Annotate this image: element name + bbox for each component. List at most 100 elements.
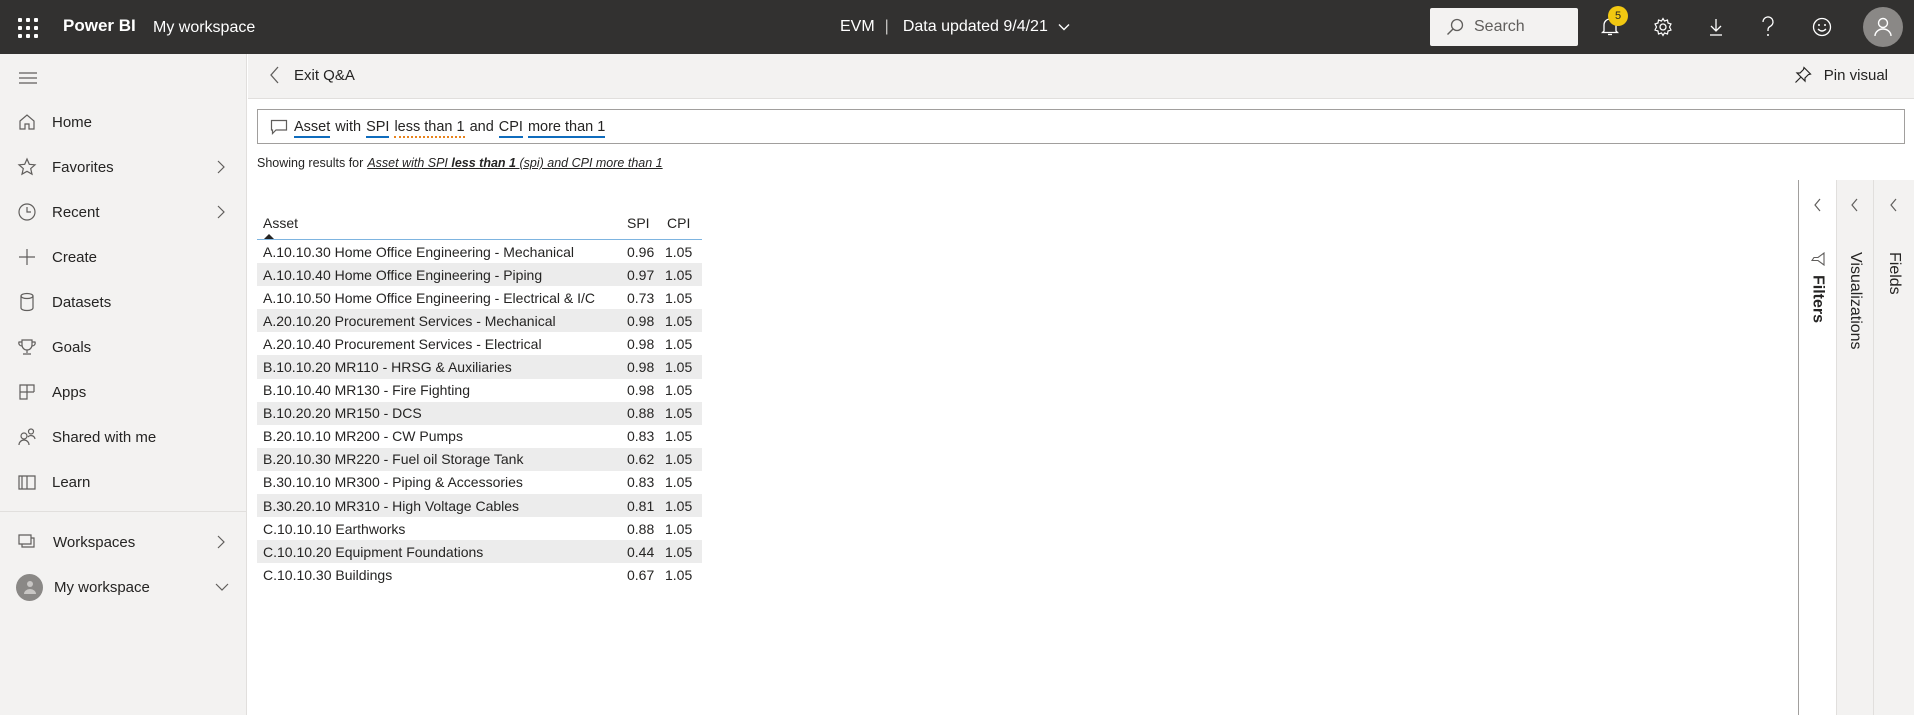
column-header-asset[interactable]: Asset [263, 215, 298, 231]
pin-visual-label: Pin visual [1823, 66, 1888, 84]
filters-pane-label[interactable]: Filters [1809, 275, 1827, 323]
nav-item-shared-with-me[interactable]: Shared with me [0, 417, 246, 457]
exit-qa-button[interactable]: Exit Q&A [270, 66, 355, 84]
table-row[interactable]: C.10.10.10 Earthworks 0.88 1.05 [257, 517, 702, 540]
nav-item-apps[interactable]: Apps [0, 372, 246, 412]
exit-qa-label: Exit Q&A [294, 66, 355, 84]
table-row[interactable]: A.10.10.40 Home Office Engineering - Pip… [257, 263, 702, 287]
table-row[interactable]: B.10.10.20 MR110 - HRSG & Auxiliaries 0.9… [257, 355, 702, 379]
cell-cpi: 1.05 [665, 382, 693, 399]
cell-spi: 0.98 [627, 359, 655, 376]
account-avatar-icon[interactable] [1863, 7, 1903, 47]
table-row[interactable]: A.20.10.20 Procurement Services - Mechan… [257, 309, 702, 333]
cell-asset: C.10.10.10 Earthworks [263, 520, 406, 537]
search-placeholder: Search [1474, 18, 1525, 35]
visualizations-pane-label[interactable]: Visualizations [1846, 252, 1864, 350]
table-row[interactable]: B.20.10.30 MR220 - Fuel oil Storage Tank… [257, 447, 702, 471]
nav-item-workspaces[interactable]: Workspaces [0, 522, 246, 562]
cell-asset: A.10.10.40 Home Office Engineering - Pip… [263, 266, 543, 283]
nav-label: Workspaces [53, 533, 136, 551]
nav-divider [0, 511, 247, 512]
nav-item-create[interactable]: Create [0, 237, 246, 277]
report-name: EVM [840, 18, 875, 35]
table-row[interactable]: A.20.10.40 Procurement Services - Electr… [257, 332, 702, 355]
nav-item-home[interactable]: Home [0, 102, 246, 142]
app-name[interactable]: Power BI [63, 16, 136, 36]
pin-visual-button[interactable]: Pin visual [1794, 66, 1888, 84]
settings-icon[interactable] [1649, 13, 1677, 41]
table-row[interactable]: C.10.10.20 Equipment Foundations 0.44 1.05 [257, 540, 702, 564]
table-body: A.10.10.30 Home Office Engineering - Mec… [257, 240, 702, 586]
qa-canvas: Exit Q&A Pin visual Asset with SPI less tha… [248, 54, 1914, 715]
workspace-avatar-icon [16, 573, 43, 601]
chevron-down-icon[interactable] [215, 582, 229, 592]
cell-asset: B.20.10.30 MR220 - Fuel oil Storage Tank [263, 451, 524, 468]
chevron-right-icon [217, 535, 225, 549]
table-header: Asset SPI CPI [257, 204, 702, 240]
download-icon[interactable] [1702, 13, 1730, 41]
nav-item-learn[interactable]: Learn [0, 462, 246, 502]
cell-spi: 0.81 [627, 497, 655, 514]
nav-label: Shared with me [52, 428, 157, 446]
search-icon [1447, 18, 1464, 35]
chevron-left-icon[interactable] [1813, 198, 1823, 212]
feedback-smiley-icon[interactable] [1808, 13, 1836, 41]
cell-spi: 0.96 [627, 243, 655, 260]
chevron-left-icon[interactable] [1850, 198, 1860, 212]
cell-spi: 0.44 [627, 543, 655, 560]
app-launcher-icon[interactable] [16, 16, 38, 38]
top-bar: Power BI My workspace EVM | Data updated… [0, 0, 1914, 54]
fields-pane[interactable]: Fields [1873, 180, 1914, 715]
table-row[interactable]: A.10.10.50 Home Office Engineering - Ele… [257, 286, 702, 309]
qa-question-input[interactable]: Asset with SPI less than 1 and CPI more than 1 [257, 109, 1905, 144]
cell-asset: B.30.10.10 MR300 - Piping & Accessories [263, 474, 523, 491]
help-icon[interactable] [1754, 13, 1782, 41]
table-row[interactable]: A.10.10.30 Home Office Engineering - Mec… [257, 240, 702, 263]
cell-cpi: 1.05 [665, 566, 693, 583]
table-row[interactable]: B.30.10.10 MR300 - Piping & Accessories 0… [257, 471, 702, 494]
cell-spi: 0.88 [627, 405, 655, 422]
cell-spi: 0.73 [627, 289, 655, 306]
cell-asset: B.10.10.40 MR130 - Fire Fighting [263, 382, 470, 399]
nav-item-recent[interactable]: Recent [0, 192, 246, 232]
cell-asset: B.30.20.10 MR310 - High Voltage Cables [263, 497, 520, 514]
report-title-menu[interactable]: EVM | Data updated 9/4/21 [840, 18, 1070, 36]
nav-label: Apps [52, 383, 87, 401]
nav-item-my-workspace[interactable]: My workspace [0, 567, 246, 607]
data-updated-label: Data updated 9/4/21 [902, 18, 1048, 35]
fields-pane-label[interactable]: Fields [1885, 252, 1903, 295]
chevron-left-icon[interactable] [1889, 198, 1899, 212]
nav-item-datasets[interactable]: Datasets [0, 282, 246, 322]
table-row[interactable]: C.10.10.30 Buildings 0.67 1.05 [257, 563, 702, 586]
restatement-link[interactable]: Asset with SPI less than 1 (spi) and CPI… [367, 156, 662, 170]
results-table: Asset SPI CPI A.10.10.30 Home Office Eng… [257, 204, 702, 586]
chevron-right-icon [217, 160, 225, 174]
shared-icon [16, 426, 38, 448]
column-header-spi[interactable]: SPI [627, 215, 650, 231]
visualizations-pane[interactable]: Visualizations [1836, 180, 1873, 715]
table-row[interactable]: B.30.20.10 MR310 - High Voltage Cables 0.… [257, 494, 702, 518]
showing-prefix: Showing results for [257, 156, 364, 170]
trophy-icon [16, 336, 38, 358]
nav-item-favorites[interactable]: Favorites [0, 147, 246, 187]
home-icon [16, 111, 38, 133]
filters-pane[interactable]: Filters [1799, 180, 1836, 715]
nav-label: Datasets [52, 293, 112, 311]
plus-icon [16, 246, 38, 268]
cell-spi: 0.98 [627, 312, 655, 329]
table-row[interactable]: B.10.20.20 MR150 - DCS 0.88 1.05 [257, 401, 702, 425]
cell-spi: 0.83 [627, 428, 655, 445]
chevron-down-icon[interactable] [1058, 21, 1070, 33]
column-header-cpi[interactable]: CPI [667, 215, 690, 231]
nav-item-goals[interactable]: Goals [0, 327, 246, 367]
hamburger-menu-icon[interactable] [19, 71, 37, 90]
cell-spi: 0.88 [627, 520, 655, 537]
cell-spi: 0.97 [627, 266, 655, 283]
cell-cpi: 1.05 [665, 289, 693, 306]
table-row[interactable]: B.10.10.40 MR130 - Fire Fighting 0.98 1.05 [257, 379, 702, 402]
table-row[interactable]: B.20.10.10 MR200 - CW Pumps 0.83 1.05 [257, 425, 702, 448]
workspace-breadcrumb[interactable]: My workspace [153, 19, 255, 37]
search-box[interactable]: Search [1430, 8, 1578, 46]
nav-label: Recent [52, 203, 100, 221]
cell-cpi: 1.05 [665, 497, 693, 514]
